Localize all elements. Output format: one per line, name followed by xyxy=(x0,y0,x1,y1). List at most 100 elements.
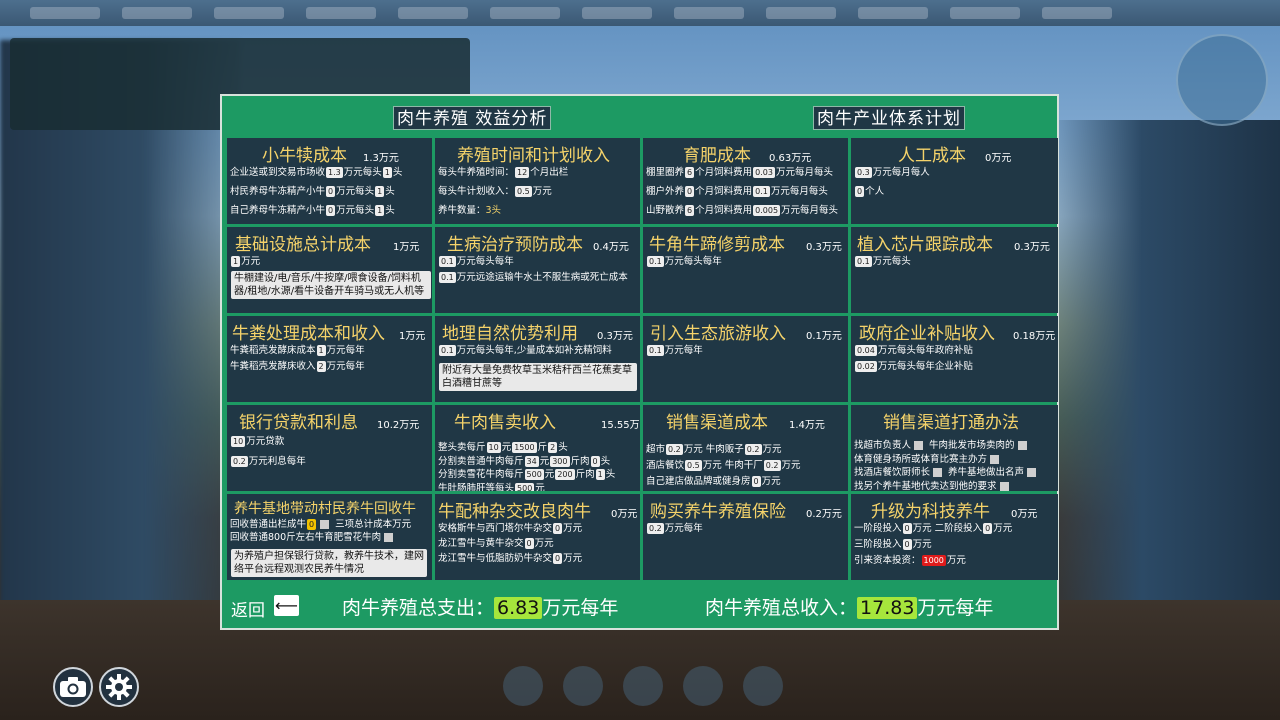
value-input[interactable]: 0.1 xyxy=(855,256,872,267)
value-input[interactable]: 0 xyxy=(307,519,317,530)
total-income-value: 17.83 xyxy=(857,597,918,619)
value-input[interactable]: 2 xyxy=(548,442,558,453)
checkbox[interactable] xyxy=(933,468,943,477)
cell-line: 0.1 万元远途运输牛水土不服生病或死亡成本 xyxy=(438,271,628,284)
value-input[interactable]: 0 xyxy=(685,186,695,197)
scene-right-house xyxy=(1050,120,1280,640)
camera-button[interactable] xyxy=(53,667,93,707)
line-label: 斤肉 xyxy=(570,455,590,467)
return-label[interactable]: 返回 xyxy=(231,596,265,621)
resource-slot xyxy=(582,7,652,19)
value-input[interactable]: 0.3 xyxy=(855,167,872,178)
value-input[interactable]: 1 xyxy=(375,186,385,197)
value-input[interactable]: 10 xyxy=(231,436,246,447)
value-input[interactable]: 0 xyxy=(524,538,534,549)
value-input[interactable]: 0 xyxy=(983,523,993,534)
value-input[interactable]: 0.2 xyxy=(666,444,683,455)
resource-slot xyxy=(30,7,100,19)
value-input[interactable]: 0 xyxy=(553,553,563,564)
value-input[interactable]: 0.03 xyxy=(753,167,775,178)
dock-button[interactable] xyxy=(503,666,543,706)
cell-title: 银行贷款和利息 xyxy=(239,413,358,433)
tab-benefit-analysis[interactable]: 肉牛养殖 效益分析 xyxy=(393,106,552,130)
value-input[interactable]: 34 xyxy=(524,455,539,467)
value-input[interactable]: 1000 xyxy=(921,555,946,566)
cell-line: 引来资本投资： 1000 万元 xyxy=(854,554,966,567)
checkbox[interactable] xyxy=(999,481,1009,491)
tab-industry-plan[interactable]: 肉牛产业体系计划 xyxy=(813,106,965,130)
value-input[interactable]: 1 xyxy=(382,167,392,178)
cell-line: 整头卖每斤 10 元 1500 斤 2 头 xyxy=(438,441,568,454)
value-input[interactable]: 0.1 xyxy=(439,272,456,283)
value-input[interactable]: 2 xyxy=(316,361,326,372)
checkbox[interactable] xyxy=(384,533,394,542)
value-input[interactable]: 0.1 xyxy=(439,256,456,267)
value-input[interactable]: 1.3 xyxy=(326,167,343,178)
line-label: 个月饲料费用 xyxy=(695,186,753,197)
cell-disease-prevention-cost: 生病治疗预防成本 0.4万元 0.1 万元每头每年 0.1 万元远途运输牛水土不服生病或死… xyxy=(435,227,640,313)
value-input[interactable]: 12 xyxy=(515,167,530,178)
value-input[interactable]: 0 xyxy=(855,186,865,197)
value-input[interactable]: 0.1 xyxy=(647,256,664,267)
cell-line: 山野散养 6 个月饲料费用 0.005 万元每月每头 xyxy=(646,204,838,217)
cell-title: 植入芯片跟踪成本 xyxy=(857,235,993,255)
value-input[interactable]: 0 xyxy=(590,455,600,467)
value-input[interactable]: 0.1 xyxy=(647,345,664,356)
checkbox[interactable] xyxy=(990,454,1000,464)
value-input[interactable]: 0 xyxy=(902,539,912,550)
line-label: 引来资本投资： xyxy=(854,555,921,566)
value-input[interactable]: 1 xyxy=(595,469,605,480)
checkbox[interactable] xyxy=(1017,441,1027,450)
value-input[interactable]: 0 xyxy=(902,523,912,534)
checkbox[interactable] xyxy=(320,520,330,529)
value-input[interactable]: 1 xyxy=(375,205,385,216)
value-input[interactable]: 1500 xyxy=(512,442,537,453)
settings-button[interactable] xyxy=(99,667,139,707)
return-arrow-icon[interactable]: ⟵ xyxy=(274,595,299,616)
cell-line: 找另个养牛基地代卖达到他的要求 xyxy=(854,480,1012,491)
value-input[interactable]: 1 xyxy=(231,256,241,267)
value-input[interactable]: 0.2 xyxy=(763,460,781,471)
value-input[interactable]: 500 xyxy=(524,469,544,480)
value-input[interactable]: 300 xyxy=(550,455,570,467)
value-input[interactable]: 0.2 xyxy=(744,444,762,455)
line-label: 养牛数量： xyxy=(438,205,486,216)
cell-line: 10 万元贷款 xyxy=(230,435,284,448)
cell-value: 0.4万元 xyxy=(593,242,629,253)
cell-line: 0.04 万元每头每年政府补贴 xyxy=(854,344,973,357)
dock-button[interactable] xyxy=(683,666,723,706)
value-input[interactable]: 0 xyxy=(326,186,336,197)
minimap[interactable] xyxy=(1176,34,1268,126)
value-input[interactable]: 1 xyxy=(316,345,326,356)
dock-button[interactable] xyxy=(563,666,603,706)
value-input[interactable]: 0.1 xyxy=(439,345,456,356)
line-label: 企业送或到交易市场收 xyxy=(230,167,326,178)
value-input[interactable]: 0.005 xyxy=(753,205,781,216)
value-input[interactable]: 10 xyxy=(486,442,501,453)
checkbox[interactable] xyxy=(1027,468,1037,477)
line-unit: 万元每月每人 xyxy=(872,167,930,178)
value-input[interactable]: 500 xyxy=(515,482,535,491)
dock-button[interactable] xyxy=(623,666,663,706)
cell-tech-upgrade: 升级为科技养牛 0万元 一阶段投入 0 万元 二阶段投入 0 万元 三阶段投入 0 万元 引来资本投… xyxy=(851,494,1058,580)
value-input[interactable]: 6 xyxy=(685,167,695,178)
value-input[interactable]: 200 xyxy=(555,469,575,480)
cell-line: 超市 0.2 万元 牛肉贩子 0.2 万元 xyxy=(646,443,782,456)
value-input[interactable]: 0.1 xyxy=(753,186,770,197)
value-input[interactable]: 0 xyxy=(326,205,336,216)
checkbox[interactable] xyxy=(914,441,924,450)
value-input[interactable]: 0.02 xyxy=(855,361,877,372)
value-input[interactable]: 0.2 xyxy=(231,456,248,467)
value-input[interactable]: 0.2 xyxy=(647,523,664,534)
cell-line: 牛粪稻壳发酵床收入 2 万元每年 xyxy=(230,360,365,373)
value-input[interactable]: 0.5 xyxy=(685,460,702,471)
value-input[interactable]: 0 xyxy=(751,476,761,487)
total-expense-value: 6.83 xyxy=(494,597,543,619)
dock-button[interactable] xyxy=(743,666,783,706)
value-input[interactable]: 0.5 xyxy=(515,186,532,197)
value-input[interactable]: 0.04 xyxy=(855,345,877,356)
value-input[interactable]: 0 xyxy=(553,523,563,534)
value-input[interactable]: 6 xyxy=(685,205,695,216)
cell-title: 政府企业补贴收入 xyxy=(859,324,995,344)
cell-title: 升级为科技养牛 xyxy=(871,502,990,522)
